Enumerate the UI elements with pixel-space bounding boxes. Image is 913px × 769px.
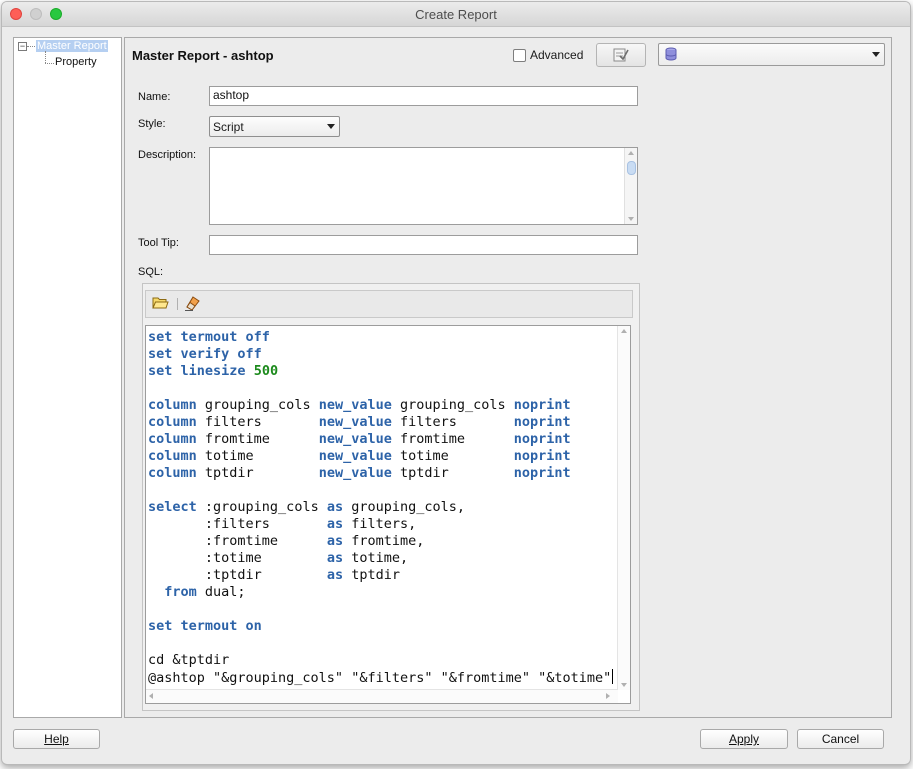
scroll-up-icon[interactable] — [628, 151, 634, 155]
scroll-left-icon[interactable] — [149, 693, 153, 699]
sql-panel: set termout off set verify off set lines… — [142, 283, 640, 711]
tree-item-master-report[interactable]: Master Report — [36, 40, 108, 52]
scroll-down-icon[interactable] — [628, 217, 634, 221]
apply-button[interactable]: Apply — [700, 729, 788, 749]
sql-label: SQL: — [138, 266, 164, 278]
code-line-16: from dual; — [164, 584, 246, 600]
collapse-icon[interactable]: − — [18, 42, 27, 51]
name-label: Name: — [138, 91, 171, 103]
sql-code: set termout off set verify off set lines… — [148, 329, 614, 687]
code-line-9: column tptdir new_value tptdir noprint — [148, 465, 571, 481]
test-report-button[interactable] — [596, 43, 646, 67]
tree-connector — [45, 63, 54, 64]
tooltip-input[interactable] — [209, 235, 638, 255]
code-line-5: column grouping_cols new_value grouping_… — [148, 397, 571, 413]
title-bar: Create Report — [2, 2, 910, 27]
code-line-7: column fromtime new_value fromtime nopri… — [148, 431, 571, 447]
tree-item-property[interactable]: Property — [55, 56, 97, 68]
chevron-down-icon — [327, 124, 335, 129]
checklist-icon — [613, 48, 629, 62]
code-line-11: select :grouping_cols as grouping_cols, — [148, 499, 466, 515]
scroll-right-icon[interactable] — [606, 693, 610, 699]
open-folder-icon[interactable] — [152, 296, 169, 310]
sql-toolbar — [145, 290, 633, 318]
cancel-button[interactable]: Cancel — [797, 729, 884, 749]
window-title: Create Report — [415, 7, 497, 22]
code-line-15: :tptdir as tptdir — [148, 567, 400, 583]
code-line-6: column filters new_value filters noprint — [148, 414, 571, 430]
code-line-20: cd &tptdir — [148, 652, 230, 668]
code-line-21: @ashtop "&grouping_cols" "&filters" "&fr… — [148, 669, 614, 686]
scroll-up-icon[interactable] — [621, 329, 627, 333]
description-scrollbar[interactable] — [624, 148, 637, 224]
code-line-1: set termout off — [148, 329, 270, 345]
advanced-checkbox[interactable] — [513, 49, 526, 62]
apply-button-label: Apply — [728, 732, 760, 746]
text-cursor — [612, 669, 614, 684]
toolbar-separator — [177, 298, 178, 310]
code-line-12: :filters as filters, — [148, 516, 417, 532]
report-editor-panel: Master Report - ashtop Advanced Name: as… — [124, 37, 892, 718]
code-line-8: column totime new_value totime noprint — [148, 448, 571, 464]
scroll-thumb[interactable] — [627, 161, 636, 175]
create-report-window: Create Report − Master Report Property M… — [1, 1, 911, 765]
sql-code-editor[interactable]: set termout off set verify off set lines… — [145, 325, 631, 704]
code-line-2: set verify off — [148, 346, 262, 362]
style-label: Style: — [138, 118, 166, 130]
page-title: Master Report - ashtop — [132, 48, 274, 63]
help-button-label: Help — [44, 732, 69, 746]
connection-select[interactable] — [658, 43, 885, 66]
editor-horizontal-scrollbar[interactable] — [146, 689, 618, 703]
help-button[interactable]: Help — [13, 729, 100, 749]
code-line-13: :fromtime as fromtime, — [148, 533, 425, 549]
tooltip-label: Tool Tip: — [138, 237, 179, 249]
chevron-down-icon — [872, 52, 880, 57]
code-line-3: set linesize 500 — [148, 363, 279, 379]
advanced-label[interactable]: Advanced — [530, 48, 583, 62]
database-icon — [665, 47, 677, 61]
cancel-button-label: Cancel — [821, 732, 860, 746]
report-tree: − Master Report Property — [13, 37, 122, 718]
tree-connector — [45, 51, 46, 63]
description-textarea[interactable] — [209, 147, 638, 225]
style-select[interactable]: Script — [209, 116, 340, 137]
description-label: Description: — [138, 149, 197, 161]
editor-vertical-scrollbar[interactable] — [617, 326, 630, 690]
code-line-14: :totime as totime, — [148, 550, 409, 566]
code-line-18: set termout on — [148, 618, 262, 634]
scroll-down-icon[interactable] — [621, 683, 627, 687]
eraser-icon[interactable] — [184, 296, 200, 311]
style-select-value: Script — [213, 120, 244, 134]
tree-item-label: Property — [55, 56, 97, 68]
name-input[interactable]: ashtop — [209, 86, 638, 106]
tree-connector — [27, 46, 35, 47]
tree-item-label: Master Report — [37, 40, 107, 52]
